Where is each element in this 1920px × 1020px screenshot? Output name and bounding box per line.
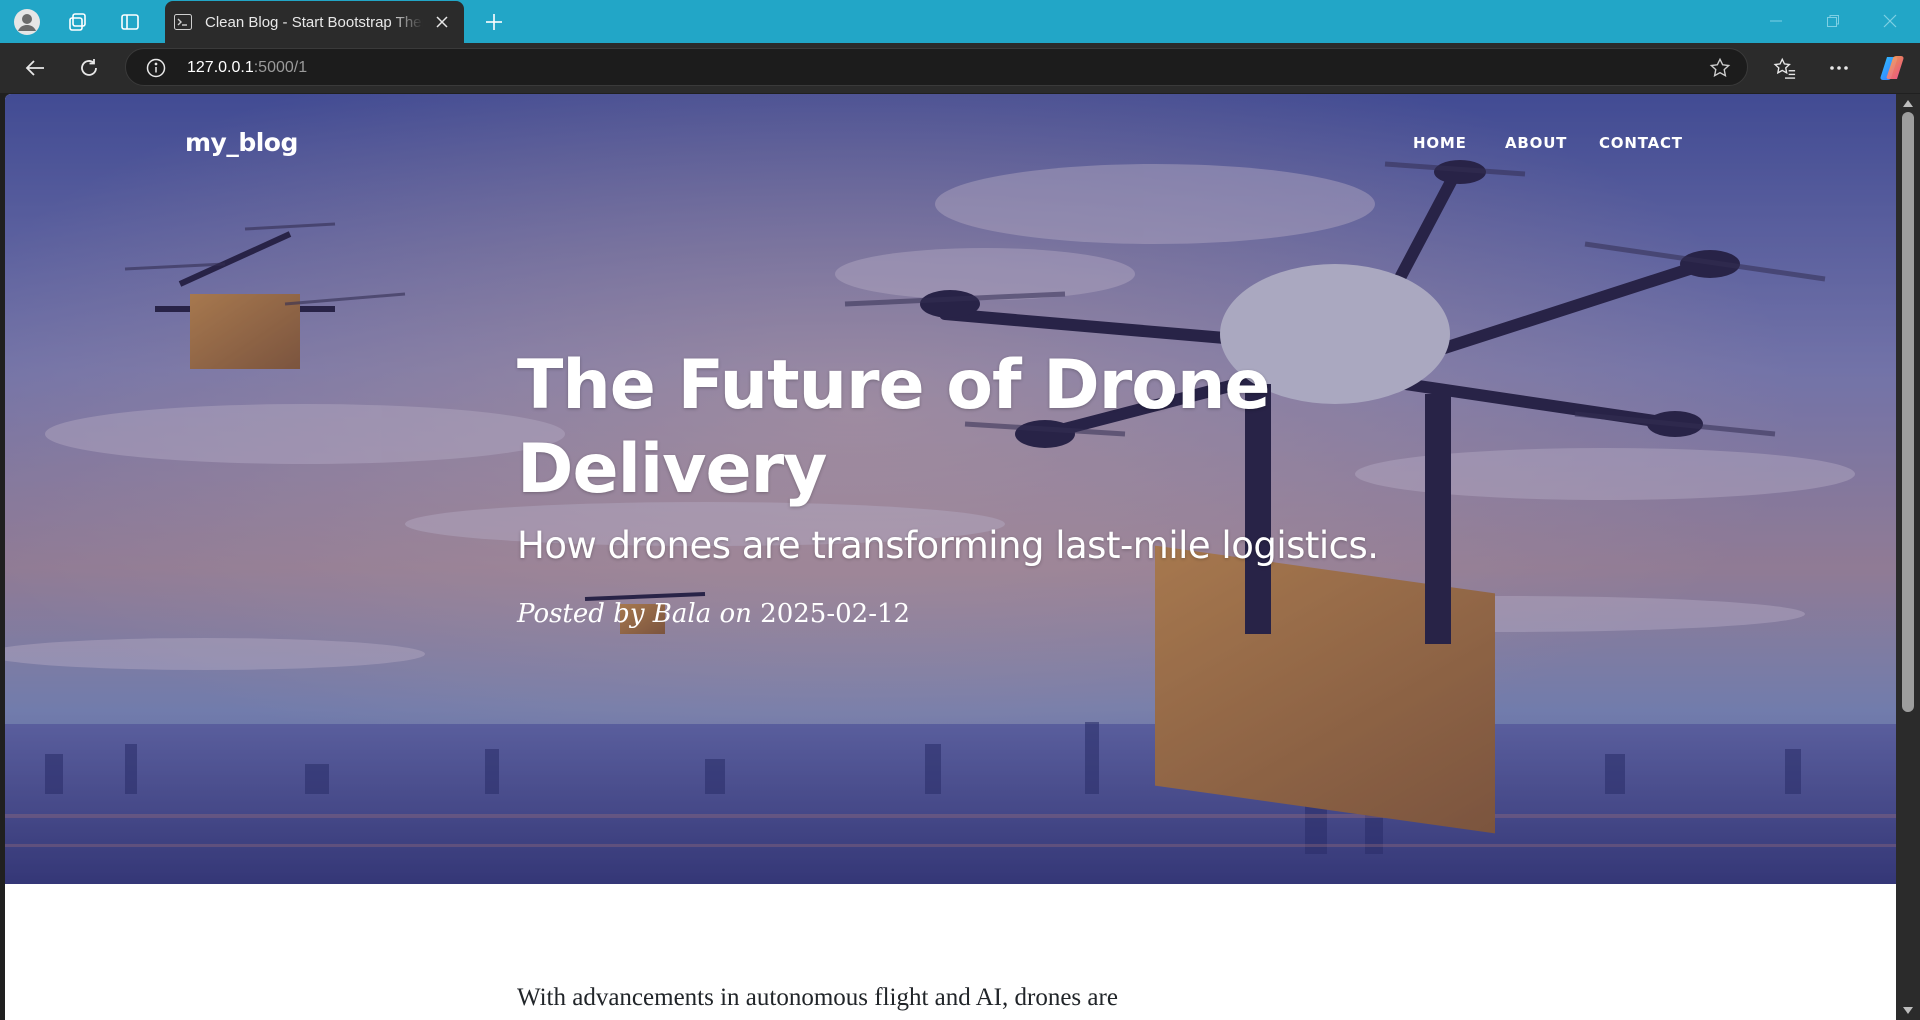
post-body-text: With advancements in autonomous flight a… [517, 984, 1118, 1011]
post-meta: Posted by Bala on 2025-02-12 [517, 599, 910, 629]
nav-home[interactable]: HOME [1413, 134, 1467, 152]
post-author: Bala [652, 599, 712, 629]
tab-actions-icon[interactable] [116, 8, 144, 36]
meta-prefix: Posted by [517, 599, 653, 629]
url-host: 127.0.0.1 [187, 59, 254, 76]
refresh-icon[interactable] [74, 53, 104, 83]
minimize-icon[interactable] [1753, 6, 1799, 36]
browser-toolbar: 127.0.0.1:5000/1 [0, 43, 1920, 93]
info-icon[interactable] [146, 58, 166, 78]
address-bar[interactable]: 127.0.0.1:5000/1 [125, 48, 1748, 86]
terminal-favicon-icon [173, 12, 193, 32]
profile-icon[interactable] [13, 8, 41, 36]
site-brand[interactable]: my_blog [185, 128, 298, 157]
workspaces-icon[interactable] [64, 8, 92, 36]
plus-icon[interactable] [480, 8, 508, 36]
favorites-icon[interactable] [1770, 53, 1800, 83]
window-close-icon[interactable] [1867, 6, 1913, 36]
back-arrow-icon[interactable] [20, 53, 50, 83]
nav-about[interactable]: ABOUT [1505, 134, 1567, 152]
post-subtitle: How drones are transforming last-mile lo… [517, 524, 1379, 567]
more-icon[interactable] [1824, 53, 1854, 83]
close-icon[interactable] [432, 12, 452, 32]
browser-tab-bar: Clean Blog - Start Bootstrap Theme [0, 0, 1920, 43]
scroll-up-icon[interactable] [1903, 100, 1913, 107]
star-icon[interactable] [1709, 57, 1731, 79]
page-viewport: my_blog HOME ABOUT CONTACT The Future of… [5, 94, 1896, 1020]
tab-title: Clean Blog - Start Bootstrap Theme [205, 13, 423, 31]
nav-contact[interactable]: CONTACT [1599, 134, 1683, 152]
page-scrollbar[interactable] [1896, 94, 1920, 1020]
scroll-down-icon[interactable] [1903, 1007, 1913, 1014]
url-text: 127.0.0.1:5000/1 [187, 59, 307, 77]
active-tab[interactable]: Clean Blog - Start Bootstrap Theme [165, 1, 464, 43]
post-title: The Future of Drone Delivery [517, 346, 1271, 509]
meta-mid: on [711, 599, 761, 629]
post-date: 2025-02-12 [760, 599, 911, 629]
scroll-thumb[interactable] [1902, 112, 1914, 712]
post-header: my_blog HOME ABOUT CONTACT The Future of… [5, 94, 1896, 884]
copilot-icon[interactable] [1877, 53, 1907, 83]
restore-icon[interactable] [1810, 6, 1856, 36]
url-path: :5000/1 [253, 59, 308, 76]
